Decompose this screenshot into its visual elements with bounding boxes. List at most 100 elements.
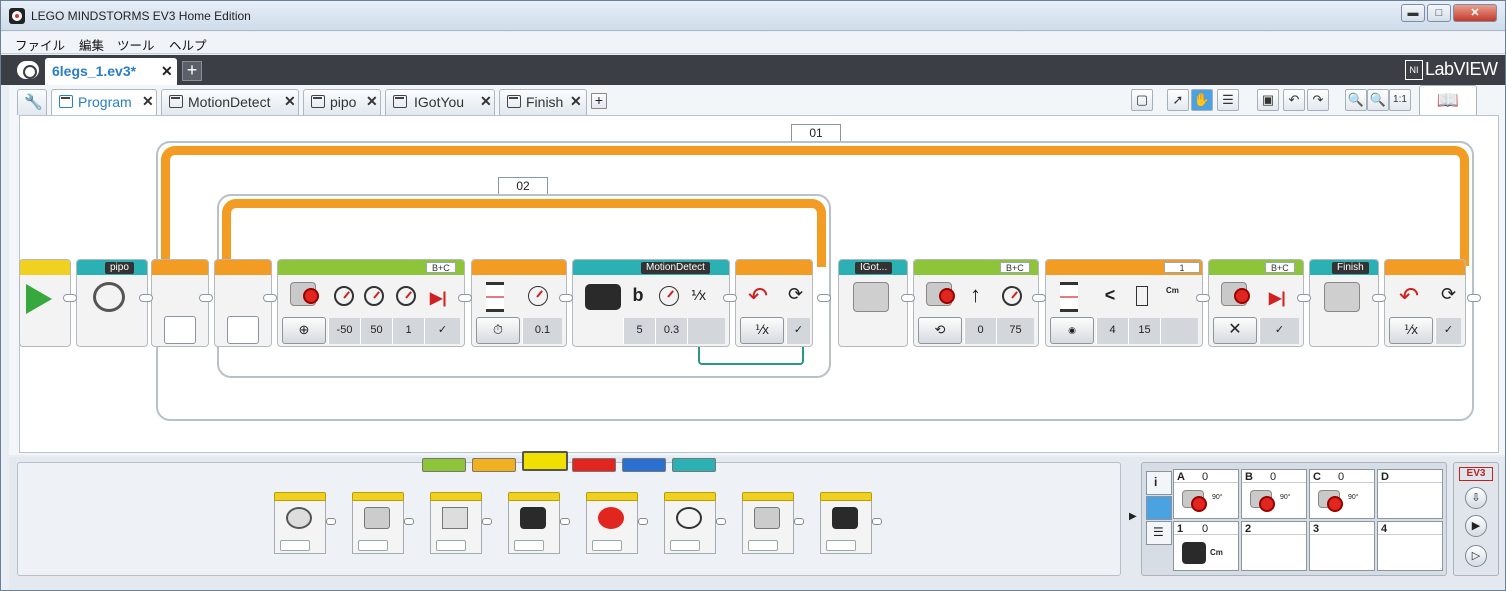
param-brake[interactable]: ✓ (424, 318, 460, 344)
comment-tool-button[interactable]: ☰ (1217, 89, 1239, 111)
tab-settings[interactable]: 🔧 (17, 89, 47, 115)
tab-pipo[interactable]: pipo ✕ (303, 89, 381, 115)
sequence-connector[interactable] (723, 294, 737, 302)
tab-close-icon[interactable]: ✕ (480, 93, 492, 110)
param-compare-type[interactable]: 4 (1096, 318, 1128, 344)
port-selector[interactable]: B+C (1000, 262, 1030, 273)
pan-tool-button[interactable]: ✋ (1191, 89, 1213, 111)
brick-info-tab[interactable]: i (1146, 471, 1172, 495)
port-view-tab[interactable] (1146, 496, 1172, 520)
download-button[interactable]: ⇩ (1465, 487, 1487, 509)
move-tank-block-1[interactable]: B+C ▶| ⊕ -50 50 1 ✓ (277, 259, 465, 347)
tab-close-icon[interactable]: ✕ (366, 93, 378, 110)
param-output[interactable] (1160, 318, 1198, 344)
move-tank-block-3[interactable]: B+C ▶| ✕ ✓ (1208, 259, 1304, 347)
param-power[interactable]: 75 (996, 318, 1034, 344)
palette-tab-advanced[interactable] (622, 458, 666, 472)
palette-tab-flow[interactable] (472, 458, 516, 472)
menu-edit[interactable]: 編集 (79, 35, 104, 54)
run-selected-button[interactable]: ▷ (1465, 545, 1487, 567)
tab-close-icon[interactable]: ✕ (142, 93, 154, 110)
param-brake[interactable]: ✓ (1259, 318, 1299, 344)
sequence-connector[interactable] (817, 294, 831, 302)
param-threshold[interactable]: 5 (623, 318, 655, 344)
param-right-power[interactable]: 50 (360, 318, 392, 344)
param-rotations[interactable]: 1 (392, 318, 424, 344)
sequence-connector[interactable] (139, 294, 153, 302)
mode-selector-button[interactable]: ⊕ (282, 317, 326, 344)
menu-file[interactable]: ファイル (15, 35, 65, 54)
tab-close-icon[interactable]: ✕ (284, 93, 296, 110)
select-tool-button[interactable]: ➚ (1167, 89, 1189, 111)
sequence-connector[interactable] (263, 294, 277, 302)
loop-02-start-block[interactable] (214, 259, 272, 347)
mode-selector-button[interactable]: ✕ (1213, 317, 1257, 344)
param-condition[interactable]: ✓ (1435, 318, 1461, 344)
palette-timer-block[interactable] (664, 492, 726, 554)
project-properties-icon[interactable] (17, 61, 39, 79)
move-tank-block-2[interactable]: B+C ↑ ⟲ 0 75 (913, 259, 1039, 347)
mode-selector-button[interactable]: ⟲ (918, 317, 962, 344)
sequence-connector[interactable] (1467, 294, 1481, 302)
param-condition[interactable]: ✓ (786, 318, 810, 344)
start-block[interactable] (19, 259, 71, 347)
sequence-connector[interactable] (63, 294, 77, 302)
port-selector[interactable]: B+C (426, 262, 456, 273)
mode-selector-button[interactable]: ◉ (1050, 317, 1094, 344)
tab-close-icon[interactable]: ✕ (570, 93, 582, 110)
palette-motor-rotation-block[interactable] (586, 492, 648, 554)
param-seconds[interactable]: 0.1 (522, 318, 562, 344)
palette-color-sensor-block[interactable] (352, 492, 414, 554)
content-editor-button[interactable]: 📖 (1419, 85, 1477, 117)
undo-button[interactable]: ↶ (1283, 89, 1305, 111)
sequence-connector[interactable] (1196, 294, 1210, 302)
loop-01-label[interactable]: 01 (791, 124, 841, 141)
palette-gyro-sensor-block[interactable] (430, 492, 492, 554)
sequence-connector[interactable] (901, 294, 915, 302)
param-threshold[interactable]: 15 (1128, 318, 1160, 344)
menu-tools[interactable]: ツール (117, 35, 155, 54)
motiondetect-block[interactable]: MotionDetect b ⅟x 5 0.3 (572, 259, 730, 347)
add-project-button[interactable]: + (182, 61, 202, 81)
case-label[interactable]: 1 (1164, 262, 1200, 273)
palette-tab-action[interactable] (422, 458, 466, 472)
loop-mode-button[interactable]: ⅟x (1389, 317, 1433, 344)
sequence-connector[interactable] (1372, 294, 1386, 302)
tab-motiondetect[interactable]: MotionDetect ✕ (161, 89, 299, 115)
sequence-connector[interactable] (1032, 294, 1046, 302)
igotyou-block[interactable]: IGot... (838, 259, 908, 347)
palette-tab-myblocks[interactable] (672, 458, 716, 472)
palette-touch-sensor-block[interactable] (742, 492, 804, 554)
download-and-run-button[interactable]: ▶ (1465, 515, 1487, 537)
close-button[interactable]: ✕ (1453, 4, 1497, 22)
tab-igotyou[interactable]: IGotYou ✕ (385, 89, 495, 115)
add-tab-button[interactable]: + (591, 93, 607, 109)
param-steering[interactable]: 0 (964, 318, 996, 344)
pipo-block[interactable]: pipo (76, 259, 148, 347)
loop-mode-button[interactable]: ⅟x (740, 317, 784, 344)
loop-02-label[interactable]: 02 (498, 177, 548, 194)
ultrasonic-wait-block[interactable]: 1 < Cm ◉ 4 15 (1045, 259, 1203, 347)
loop-01-end-block[interactable]: ↶ ⟳ ⅟x ✓ (1384, 259, 1466, 347)
zoom-out-button[interactable]: 🔍 (1345, 89, 1367, 111)
zoom-reset-button[interactable]: 1:1 (1389, 89, 1411, 111)
minimize-button[interactable]: ▬ (1401, 4, 1425, 22)
loop-mode-button[interactable] (227, 316, 259, 344)
loop-mode-button[interactable] (164, 316, 196, 344)
available-bricks-tab[interactable]: ☰ (1146, 521, 1172, 545)
tab-finish[interactable]: Finish ✕ (499, 89, 587, 115)
loop-01-start-block[interactable] (151, 259, 209, 347)
param-left-power[interactable]: -50 (328, 318, 360, 344)
comment-button[interactable]: ▢ (1131, 89, 1153, 111)
loop-02-end-block[interactable]: ↶ ⟳ ⅟x ✓ (735, 259, 813, 347)
zoom-in-button[interactable]: 🔍 (1367, 89, 1389, 111)
maximize-button[interactable]: □ (1427, 4, 1451, 22)
menu-help[interactable]: ヘルプ (169, 35, 207, 54)
project-tab[interactable]: 6legs_1.ev3* ✕ (45, 58, 177, 85)
collapse-arrow-icon[interactable]: ▶ (1129, 511, 1137, 523)
redo-button[interactable]: ↷ (1307, 89, 1329, 111)
param-time[interactable]: 0.3 (655, 318, 687, 344)
sequence-connector[interactable] (1297, 294, 1311, 302)
palette-ultrasonic-sensor-block[interactable] (820, 492, 882, 554)
wait-block[interactable]: ⏱ 0.1 (471, 259, 567, 347)
